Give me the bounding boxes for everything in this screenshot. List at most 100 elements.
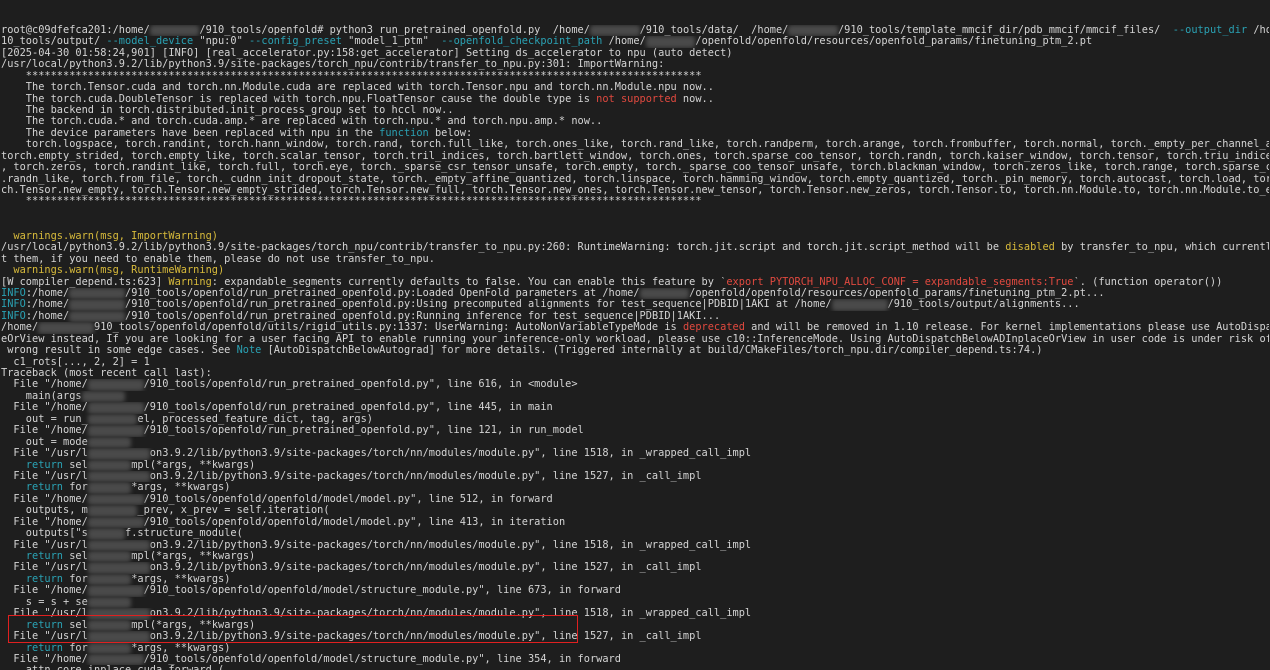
redacted-text: xxxxxxxx xyxy=(639,287,690,300)
redacted-text: xxxxxxxxx xyxy=(87,585,144,597)
redacted-text: xxxxxxxxx xyxy=(87,516,144,529)
terminal-lines: root@c09dfefca201:/home/xxxxxxxx/910_too… xyxy=(1,24,1269,670)
terminal-text: on3.9.2/lib/python3.9/site-packages/torc… xyxy=(149,539,752,551)
terminal-line: Traceback (most recent call last): xyxy=(1,368,1269,379)
terminal-text: *args, **kwargs) xyxy=(131,573,231,585)
terminal-text: --openfold_checkpoint_path xyxy=(441,36,603,48)
redacted-text: xxxxxxxx xyxy=(87,505,138,517)
terminal-text: /910_tools/openfold/run_pretrained_openf… xyxy=(143,425,584,437)
terminal-text: /910_tools/openfold/openfold/model/struc… xyxy=(143,585,621,597)
terminal-text: /910_tools/openfold/run_pretrained_openf… xyxy=(143,402,553,414)
redacted-text: xxxxxxxxx xyxy=(69,287,126,300)
terminal-text: File "/home/ xyxy=(1,653,88,665)
redacted-text: xxxxxxx xyxy=(87,596,132,609)
terminal-line: File "/usr/lxxxxxxxxxxon3.9.2/lib/python… xyxy=(1,631,1269,643)
terminal-text: attn_core_inplace_cuda.forward_( xyxy=(1,665,224,670)
terminal-text: outputs["s xyxy=(1,528,88,540)
terminal-text: /910_tools/openfold/openfold/model/model… xyxy=(143,516,566,528)
redacted-text: xxxxxxxx xyxy=(645,36,696,48)
terminal-text: /home/ xyxy=(1,322,39,334)
terminal-text: INFO xyxy=(1,287,26,299)
terminal-text: wrong result in some edge cases. See xyxy=(1,345,237,357)
terminal-text: /910_tools/template_mmcif_dir/pdb_mmcif/… xyxy=(837,24,1173,36)
redacted-text: xxxxxxxx xyxy=(87,413,138,426)
terminal-text: return xyxy=(25,573,64,585)
terminal-text: mpl(*args, **kwargs) xyxy=(131,551,256,563)
terminal-text: sel xyxy=(63,459,88,471)
terminal-line: return forxxxxxxx*args, **kwargs) xyxy=(1,482,1269,494)
redacted-text: xxxxxxx xyxy=(87,459,132,471)
terminal-line: torch.logspace, torch.randint, torch.han… xyxy=(1,139,1269,150)
terminal-line: INFO:/home/xxxxxxxxx/910_tools/openfold/… xyxy=(1,299,1269,311)
redacted-text: xxxxxxx xyxy=(87,436,132,449)
terminal-text: INFO xyxy=(1,299,26,311)
terminal-text: return xyxy=(25,551,64,563)
redacted-text: xxxxxxx xyxy=(87,482,132,494)
redacted-text: xxxxxxxxx xyxy=(87,653,144,666)
redacted-text: xxxxxxx xyxy=(87,551,132,563)
terminal-line: ****************************************… xyxy=(1,196,1269,207)
terminal-line: attn_core_inplace_cuda.forward_( xyxy=(1,665,1269,670)
terminal-line: The backend in torch.distributed.init_pr… xyxy=(1,105,1269,116)
terminal-text: el, processed_feature_dict, tag, args) xyxy=(137,413,373,425)
terminal-text: on3.9.2/lib/python3.9/site-packages/torc… xyxy=(149,631,702,643)
terminal-line: out = run_xxxxxxxxel, processed_feature_… xyxy=(1,413,1269,426)
redacted-text: xxxxxxxxxx xyxy=(87,608,150,620)
terminal-line: File "/home/xxxxxxxxx/910_tools/openfold… xyxy=(1,379,1269,391)
terminal-line: .randn_like, torch.from_file, torch._cud… xyxy=(1,174,1269,185)
terminal-line: warnings.warn(msg, RuntimeWarning) xyxy=(1,265,1269,276)
terminal-line: /home/xxxxxxxxx910_tools/openfold/openfo… xyxy=(1,322,1269,334)
terminal-text: File "/usr/l xyxy=(1,608,88,620)
terminal-text: on3.9.2/lib/python3.9/site-packages/torc… xyxy=(149,562,702,574)
terminal-text: 10_tools/output/ xyxy=(1,36,107,48)
terminal-text: ch.Tensor.new_empty, torch.Tensor.new_em… xyxy=(1,185,1269,197)
terminal-text: by transfer_to_npu, which currently does… xyxy=(1061,242,1269,254)
terminal-text: File "/usr/l xyxy=(1,470,88,482)
terminal-line: return forxxxxxxx*args, **kwargs) xyxy=(1,642,1269,654)
terminal-text: The torch.cuda.* and torch.cuda.amp.* ar… xyxy=(1,116,603,128)
terminal-text: for xyxy=(63,482,88,494)
terminal-line: File "/home/xxxxxxxxx/910_tools/openfold… xyxy=(1,493,1269,506)
terminal-line: out = modexxxxxxx xyxy=(1,436,1269,449)
terminal-text: , torch.zeros, torch.randint_like, torch… xyxy=(1,162,1269,174)
redacted-text: xxxxxxxxxx xyxy=(87,562,150,574)
terminal-line: The torch.Tensor.cuda and torch.nn.Modul… xyxy=(1,82,1269,93)
terminal-text: for xyxy=(63,642,88,654)
terminal-line: outputs["sxxxxxxf.structure_module( xyxy=(1,528,1269,540)
terminal-line: File "/usr/lxxxxxxxxxxon3.9.2/lib/python… xyxy=(1,608,1269,620)
redacted-text: xxxxxxxxxx xyxy=(87,470,150,483)
terminal-line: t them, if you need to enable them, plea… xyxy=(1,254,1269,265)
terminal-output[interactable]: root@c09dfefca201:/home/xxxxxxxx/910_too… xyxy=(0,0,1270,670)
terminal-line: return selxxxxxxxmpl(*args, **kwargs) xyxy=(1,551,1269,563)
terminal-text: File "/usr/l xyxy=(1,631,88,643)
terminal-line: wrong result in some edge cases. See Not… xyxy=(1,345,1269,356)
terminal-text: mpl(*args, **kwargs) xyxy=(131,459,256,471)
terminal-text: File "/home/ xyxy=(1,402,88,414)
terminal-line: /usr/local/python3.9.2/lib/python3.9/sit… xyxy=(1,59,1269,70)
terminal-text: out = mode xyxy=(1,436,88,448)
terminal-line: [2025-04-30 01:58:24,901] [INFO] [real_a… xyxy=(1,48,1269,59)
terminal-text: The torch.Tensor.cuda and torch.nn.Modul… xyxy=(1,82,714,94)
terminal-text: return xyxy=(25,642,64,654)
terminal-line: The device parameters have been replaced… xyxy=(1,128,1269,139)
terminal-text: Traceback (most recent call last): xyxy=(1,368,212,380)
terminal-text: return xyxy=(25,619,64,631)
terminal-text: /910_tools/data/ /home/ xyxy=(639,24,789,36)
terminal-line xyxy=(1,219,1269,230)
terminal-text: The torch.cuda.DoubleTensor is replaced … xyxy=(1,93,597,105)
terminal-line: outputs, mxxxxxxxx_prev, x_prev = self.i… xyxy=(1,505,1269,517)
terminal-text: torch.empty_strided, torch.empty_like, t… xyxy=(1,150,1269,162)
redacted-text: xxxxxxxx xyxy=(788,24,838,37)
terminal-text: [W compiler_depend.ts:623] xyxy=(1,276,169,288)
terminal-line: ch.Tensor.new_empty, torch.Tensor.new_em… xyxy=(1,185,1269,196)
terminal-line: eOrView instead, If you are looking for … xyxy=(1,334,1269,345)
terminal-line: File "/home/xxxxxxxxx/910_tools/openfold… xyxy=(1,653,1269,666)
terminal-text: mpl(*args, **kwargs) xyxy=(131,619,256,631)
terminal-text: The backend in torch.distributed.init_pr… xyxy=(1,104,454,116)
terminal-text: s = s + se xyxy=(1,596,88,608)
